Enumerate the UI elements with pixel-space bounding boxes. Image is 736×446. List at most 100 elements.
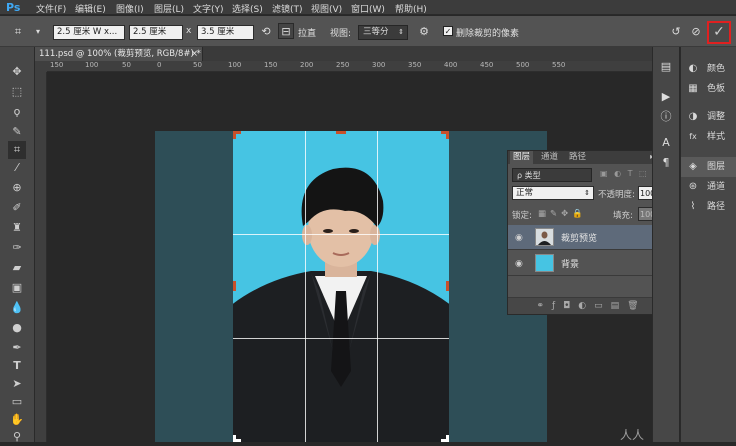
menu-select[interactable]: 选择(S): [232, 2, 263, 15]
horizontal-ruler[interactable]: 150 100 50 0 50 100 150 200 250 300 350 …: [47, 61, 652, 72]
opacity-label: 不透明度:: [598, 190, 635, 200]
layers-panel: 图层 通道 路径 ▸▸ ≡ ρ 类型 ▣ ◐ T ⬚ ▤ 正常 ⇕ 不透明度: …: [507, 150, 676, 315]
overlay-view-select[interactable]: 三等分 ⇕: [358, 25, 408, 40]
reset-crop-icon[interactable]: ↺: [668, 24, 684, 40]
menu-window[interactable]: 窗口(W): [351, 2, 385, 15]
eraser-tool-icon[interactable]: ▰: [8, 259, 26, 277]
ruler-mark: 350: [408, 61, 422, 69]
ruler-mark: 250: [336, 61, 350, 69]
tool-preset-chevron-icon[interactable]: ▾: [30, 24, 46, 40]
eye-icon[interactable]: ◉: [515, 259, 523, 269]
crop-tool-icon[interactable]: ⌗: [10, 24, 26, 40]
crop-grid-line: [233, 338, 449, 339]
crop-grid-line: [305, 131, 306, 442]
brush-tool-icon[interactable]: ✐: [8, 199, 26, 217]
paragraph-icon[interactable]: ¶: [658, 155, 674, 171]
hand-tool-icon[interactable]: ✋: [8, 411, 26, 429]
dock-item-layers[interactable]: ◈ 图层: [681, 157, 736, 177]
eye-icon[interactable]: ◉: [515, 233, 523, 243]
straighten-icon[interactable]: ⊟: [278, 23, 294, 39]
layer-thumbnail: [535, 254, 554, 272]
menu-edit[interactable]: 编辑(E): [75, 2, 106, 15]
menu-view[interactable]: 视图(V): [311, 2, 342, 15]
actions-icon[interactable]: ▶: [658, 89, 674, 105]
path-select-tool-icon[interactable]: ➤: [8, 375, 26, 393]
properties-icon[interactable]: ⓘ: [658, 109, 674, 125]
layer-filter-select[interactable]: ρ 类型: [512, 168, 592, 182]
crop-handle-top-left[interactable]: [233, 131, 236, 139]
layer-row-crop-preview[interactable]: ◉ 裁剪预览: [508, 225, 675, 250]
menu-file[interactable]: 文件(F): [36, 2, 66, 15]
dock-item-color[interactable]: ◐ 颜色: [681, 59, 736, 79]
history-icon[interactable]: ▤: [658, 59, 674, 75]
dock-item-styles[interactable]: fx 样式: [681, 127, 736, 147]
dock-item-paths[interactable]: ⌇ 路径: [681, 197, 736, 217]
view-label: 视图:: [330, 29, 352, 39]
document-tab[interactable]: 111.psd @ 100% (裁剪预览, RGB/8#) * ×: [35, 47, 203, 61]
layer-name[interactable]: 裁剪预览: [561, 231, 597, 244]
crop-area[interactable]: [233, 131, 449, 442]
blur-tool-icon[interactable]: 💧: [8, 299, 26, 317]
tab-channels[interactable]: 通道: [538, 151, 561, 164]
crop-handle-right[interactable]: [446, 281, 449, 291]
channels-icon: ⊛: [688, 181, 698, 192]
ruler-mark: 550: [552, 61, 566, 69]
layer-name[interactable]: 背景: [561, 257, 579, 270]
tab-layers[interactable]: 图层: [510, 151, 534, 164]
ps-logo: Ps: [6, 1, 21, 14]
layer-row-background[interactable]: ◉ 背景: [508, 251, 675, 276]
menu-type[interactable]: 文字(Y): [193, 2, 224, 15]
commit-crop-button[interactable]: ✓: [707, 21, 731, 44]
crop-handle-top-right[interactable]: [446, 131, 449, 139]
type-tool-icon[interactable]: T: [8, 357, 26, 375]
eyedropper-tool-icon[interactable]: ⁄: [8, 159, 26, 177]
history-brush-tool-icon[interactable]: ✑: [8, 239, 26, 257]
blend-mode-select[interactable]: 正常 ⇕: [512, 186, 594, 200]
ruler-mark: 200: [300, 61, 314, 69]
layers-footer-actions[interactable]: ⚭ƒ◘◐▭▤🗑: [508, 297, 675, 314]
gradient-tool-icon[interactable]: ▣: [8, 279, 26, 297]
dock-item-channels[interactable]: ⊛ 通道: [681, 177, 736, 197]
menu-image[interactable]: 图像(I): [116, 2, 144, 15]
lasso-tool-icon[interactable]: ϙ: [8, 103, 26, 121]
delete-pixels-checkbox[interactable]: ✓: [443, 26, 453, 36]
swap-dimensions-icon[interactable]: ⟲: [258, 24, 274, 40]
zoom-tool-icon[interactable]: ⚲: [8, 428, 26, 446]
move-tool-icon[interactable]: ✥: [8, 63, 26, 81]
lock-options-icons[interactable]: ▦✎✥🔒: [538, 209, 587, 219]
dodge-tool-icon[interactable]: ●: [8, 319, 26, 337]
ruler-mark: 500: [516, 61, 530, 69]
crop-height-input[interactable]: 3.5 厘米: [197, 25, 254, 40]
ruler-mark: 300: [372, 61, 386, 69]
healing-brush-tool-icon[interactable]: ⊕: [8, 179, 26, 197]
clone-stamp-tool-icon[interactable]: ♜: [8, 219, 26, 237]
crop-handle-top[interactable]: [336, 131, 346, 134]
menu-help[interactable]: 帮助(H): [395, 2, 427, 15]
crop-preset-select[interactable]: 2.5 厘米 W x...: [53, 25, 125, 40]
menu-layer[interactable]: 图层(L): [154, 2, 184, 15]
crop-width-input[interactable]: 2.5 厘米: [129, 25, 183, 40]
ruler-origin[interactable]: [35, 61, 47, 72]
marquee-tool-icon[interactable]: ⬚: [8, 83, 26, 101]
dock-item-adjustments[interactable]: ◑ 调整: [681, 107, 736, 127]
quick-select-tool-icon[interactable]: ✎: [8, 123, 26, 141]
tab-paths[interactable]: 路径: [566, 151, 589, 164]
straighten-label[interactable]: 拉直: [298, 26, 316, 39]
width-height-separator: x: [186, 26, 192, 36]
crop-tool-active-icon[interactable]: ⌗: [8, 141, 26, 159]
dock-item-swatches[interactable]: ▦ 色板: [681, 79, 736, 99]
menu-filter[interactable]: 滤镜(T): [272, 2, 303, 15]
pen-tool-icon[interactable]: ✒: [8, 339, 26, 357]
close-icon[interactable]: ×: [191, 47, 198, 61]
ruler-mark: 150: [50, 61, 64, 69]
crop-handle-left[interactable]: [233, 281, 236, 291]
tools-panel: ✥ ⬚ ϙ ✎ ⌗ ⁄ ⊕ ✐ ♜ ✑ ▰ ▣ 💧 ● ✒ T ➤ ▭ ✋ ⚲: [0, 47, 35, 443]
character-icon[interactable]: A: [658, 135, 674, 151]
lock-label: 锁定:: [512, 211, 532, 221]
watermark: 人人: [620, 428, 645, 442]
cancel-crop-icon[interactable]: ⊘: [688, 24, 704, 40]
shape-tool-icon[interactable]: ▭: [8, 393, 26, 411]
swatches-icon: ▦: [688, 83, 698, 94]
vertical-ruler[interactable]: [35, 72, 47, 442]
gear-icon[interactable]: ⚙: [416, 24, 432, 40]
